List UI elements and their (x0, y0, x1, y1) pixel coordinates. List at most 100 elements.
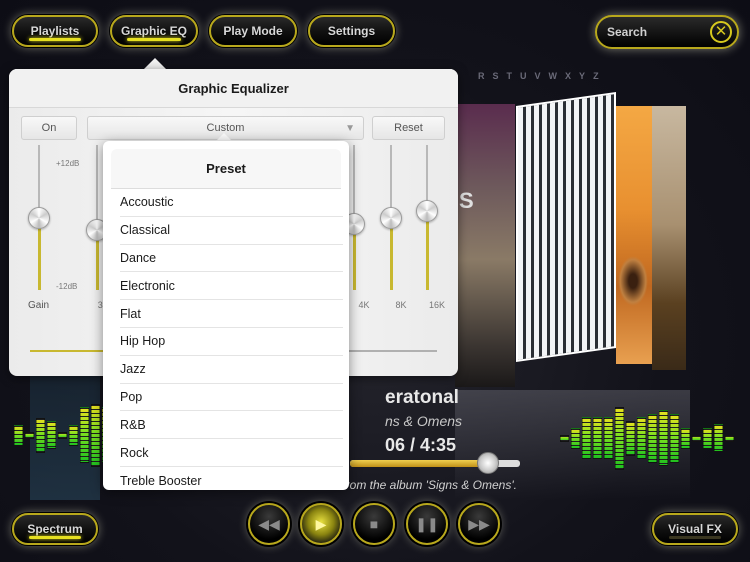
spectrum-label: Spectrum (27, 522, 83, 536)
band-label-4k: 4K (358, 300, 370, 310)
rewind-button[interactable]: ◀◀ (248, 503, 290, 545)
search-input[interactable] (607, 23, 707, 41)
preset-item-pop[interactable]: Pop (120, 384, 343, 412)
music-player-app: Playlists Graphic EQ Play Mode Settings … (0, 0, 750, 562)
graphic-eq-button[interactable]: Graphic EQ (110, 15, 198, 47)
album-cover[interactable] (616, 106, 652, 364)
spectrum-bar (14, 424, 23, 446)
preset-item-flat[interactable]: Flat (120, 300, 343, 328)
playlists-label: Playlists (30, 24, 80, 38)
visual-fx-button[interactable]: Visual FX (652, 513, 738, 545)
play-mode-button[interactable]: Play Mode (209, 15, 297, 47)
spectrum-bar (670, 413, 679, 463)
album-cover[interactable] (516, 91, 616, 362)
spectrum-bar (626, 420, 635, 456)
db-max-label: +12dB (56, 159, 80, 168)
preset-item-classical[interactable]: Classical (120, 217, 343, 245)
band-slider-16k[interactable] (416, 145, 438, 290)
preset-menu: Preset Accoustic Classical Dance Electro… (103, 141, 349, 490)
spectrum-bar (91, 403, 100, 467)
spectrum-bar (648, 413, 657, 463)
settings-button[interactable]: Settings (308, 15, 395, 47)
eq-title: Graphic Equalizer (9, 69, 458, 108)
graphic-eq-label: Graphic EQ (120, 24, 188, 38)
preset-item-accoustic[interactable]: Accoustic (120, 189, 343, 217)
progress-slider[interactable] (350, 452, 520, 474)
spectrum-bar (36, 417, 45, 453)
search-box[interactable]: ✕ (595, 15, 739, 49)
preset-item-rock[interactable]: Rock (120, 439, 343, 467)
spectrum-bar (604, 417, 613, 459)
fast-forward-button[interactable]: ▶▶ (458, 503, 500, 545)
stop-button[interactable]: ■ (353, 503, 395, 545)
fast-forward-icon: ▶▶ (468, 515, 490, 532)
eq-reset-button[interactable]: Reset (372, 116, 445, 140)
spectrum-button[interactable]: Spectrum (12, 513, 98, 545)
active-indicator (127, 38, 181, 41)
alpha-letter[interactable]: S (493, 71, 499, 81)
stop-icon: ■ (369, 516, 379, 532)
playlists-button[interactable]: Playlists (12, 15, 98, 47)
slider-knob[interactable] (28, 206, 50, 229)
active-indicator (28, 536, 82, 539)
alpha-letter[interactable]: Y (579, 71, 585, 81)
alpha-letter[interactable]: U (520, 71, 527, 81)
preset-item-treble-booster[interactable]: Treble Booster (120, 467, 343, 490)
preset-menu-title: Preset (111, 149, 341, 189)
eq-on-toggle[interactable]: On (21, 116, 77, 140)
inactive-indicator (668, 536, 722, 539)
spectrum-bar (571, 427, 580, 449)
spectrum-bar (659, 410, 668, 466)
eq-on-label: On (41, 122, 57, 134)
album-cover[interactable] (652, 106, 686, 370)
band-slider-8k[interactable] (380, 145, 402, 290)
track-title: eratonal (385, 387, 459, 408)
active-indicator (28, 38, 82, 41)
spectrum-bar (582, 417, 591, 459)
slider-knob[interactable] (380, 206, 402, 229)
spectrum-bar (560, 434, 569, 442)
alpha-letter[interactable]: T (507, 71, 513, 81)
play-button[interactable]: ▶ (300, 503, 342, 545)
cover-title-fragment: S (459, 188, 474, 213)
album-cover-current[interactable]: S (455, 104, 515, 387)
play-mode-label: Play Mode (223, 24, 283, 38)
band-label-8k: 8K (395, 300, 407, 310)
spectrum-bar (714, 424, 723, 452)
spectrum-bar (681, 427, 690, 449)
preset-item-hip-hop[interactable]: Hip Hop (120, 328, 343, 356)
spectrum-bar (593, 417, 602, 459)
rewind-icon: ◀◀ (258, 515, 280, 532)
slider-knob[interactable] (416, 200, 438, 223)
preset-item-jazz[interactable]: Jazz (120, 356, 343, 384)
preset-item-rnb[interactable]: R&B (120, 411, 343, 440)
spectrum-visualizer-right (560, 398, 734, 478)
spectrum-bar (80, 407, 89, 463)
alpha-letter[interactable]: W (549, 71, 558, 81)
preset-item-electronic[interactable]: Electronic (120, 272, 343, 301)
spectrum-bar (703, 427, 712, 449)
alpha-letter[interactable]: X (565, 71, 571, 81)
gain-label: Gain (28, 300, 50, 311)
alpha-letter[interactable]: Z (593, 71, 599, 81)
track-album: ns & Omens (385, 413, 463, 429)
progress-thumb[interactable] (476, 452, 499, 474)
spectrum-bar (725, 434, 734, 442)
track-time: 06 / 4:35 (385, 435, 457, 455)
gain-slider[interactable] (28, 145, 50, 290)
chevron-down-icon: ▼ (345, 123, 355, 134)
alphabet-index: R S T U V W X Y Z (478, 71, 599, 81)
pause-button[interactable]: ❚❚ (406, 503, 448, 545)
clear-search-icon[interactable]: ✕ (710, 21, 732, 43)
spectrum-bar (637, 417, 646, 459)
band-label-16k: 16K (428, 300, 445, 310)
spectrum-bar (58, 431, 67, 439)
preset-item-dance[interactable]: Dance (120, 245, 343, 273)
spectrum-bar (47, 421, 56, 449)
alpha-letter[interactable]: V (535, 71, 541, 81)
alpha-letter[interactable]: R (478, 71, 485, 81)
play-icon: ▶ (315, 515, 327, 532)
spectrum-bar (692, 434, 701, 442)
eq-reset-label: Reset (394, 122, 423, 134)
pause-icon: ❚❚ (415, 515, 439, 532)
